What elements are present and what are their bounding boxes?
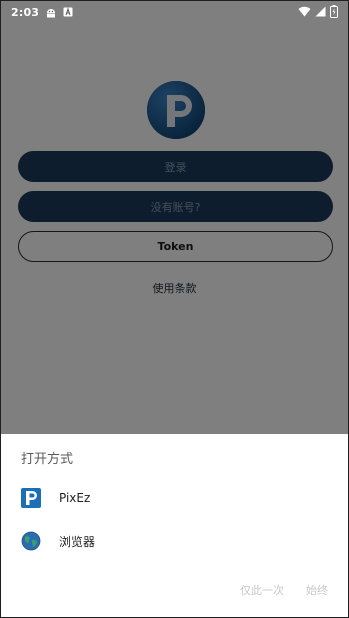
pixez-app-icon [21, 488, 41, 508]
browser-globe-icon [21, 531, 41, 551]
option-label: PixEz [59, 491, 91, 505]
android-robot-icon [47, 9, 56, 18]
battery-icon [330, 5, 338, 18]
open-with-option-pixez[interactable]: PixEz [1, 478, 348, 518]
open-with-sheet: 打开方式 PixEz 浏览器 仅此一次 始终 [1, 434, 348, 617]
phone-screen: 登录 没有账号? Token 使用条款 2:03 [0, 0, 349, 618]
option-label: 浏览器 [59, 534, 96, 549]
status-right-icons [298, 5, 338, 18]
status-time: 2:03 [11, 5, 40, 19]
sheet-actions: 仅此一次 始终 [240, 582, 328, 598]
sheet-title: 打开方式 [21, 452, 74, 467]
wifi-icon [298, 6, 311, 17]
always-button[interactable]: 始终 [306, 582, 328, 598]
just-once-button[interactable]: 仅此一次 [240, 582, 284, 598]
status-bar: 2:03 [1, 1, 348, 23]
signal-icon [315, 6, 326, 17]
notification-a-icon [63, 7, 73, 17]
open-with-option-browser[interactable]: 浏览器 [1, 521, 348, 561]
